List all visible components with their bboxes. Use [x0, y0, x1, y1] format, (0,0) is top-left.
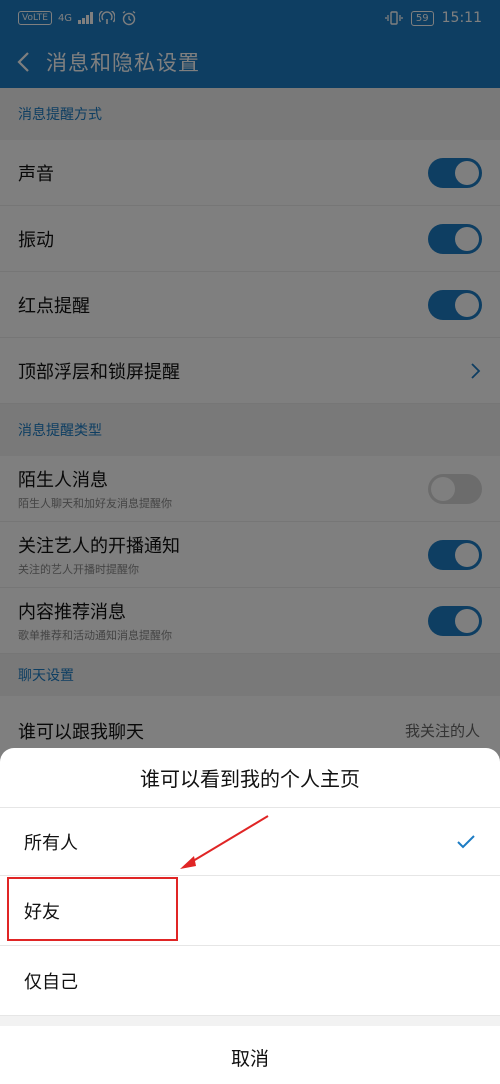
watermark-text: Bai du 经验: [405, 1056, 488, 1075]
option-label: 所有人: [24, 832, 78, 854]
baidu-paw-icon: [376, 1052, 402, 1078]
option-friends[interactable]: 好友: [0, 876, 500, 946]
option-label: 好友: [24, 901, 60, 923]
sheet-divider: [0, 1016, 500, 1026]
option-label: 仅自己: [24, 971, 78, 993]
sheet-title: 谁可以看到我的个人主页: [0, 748, 500, 808]
bottom-sheet: 谁可以看到我的个人主页 所有人 好友 仅自己 取消: [0, 748, 500, 1084]
option-everyone[interactable]: 所有人: [0, 808, 500, 876]
option-only-me[interactable]: 仅自己: [0, 946, 500, 1016]
watermark: Bai du 经验: [376, 1052, 488, 1078]
check-icon: [457, 834, 475, 848]
